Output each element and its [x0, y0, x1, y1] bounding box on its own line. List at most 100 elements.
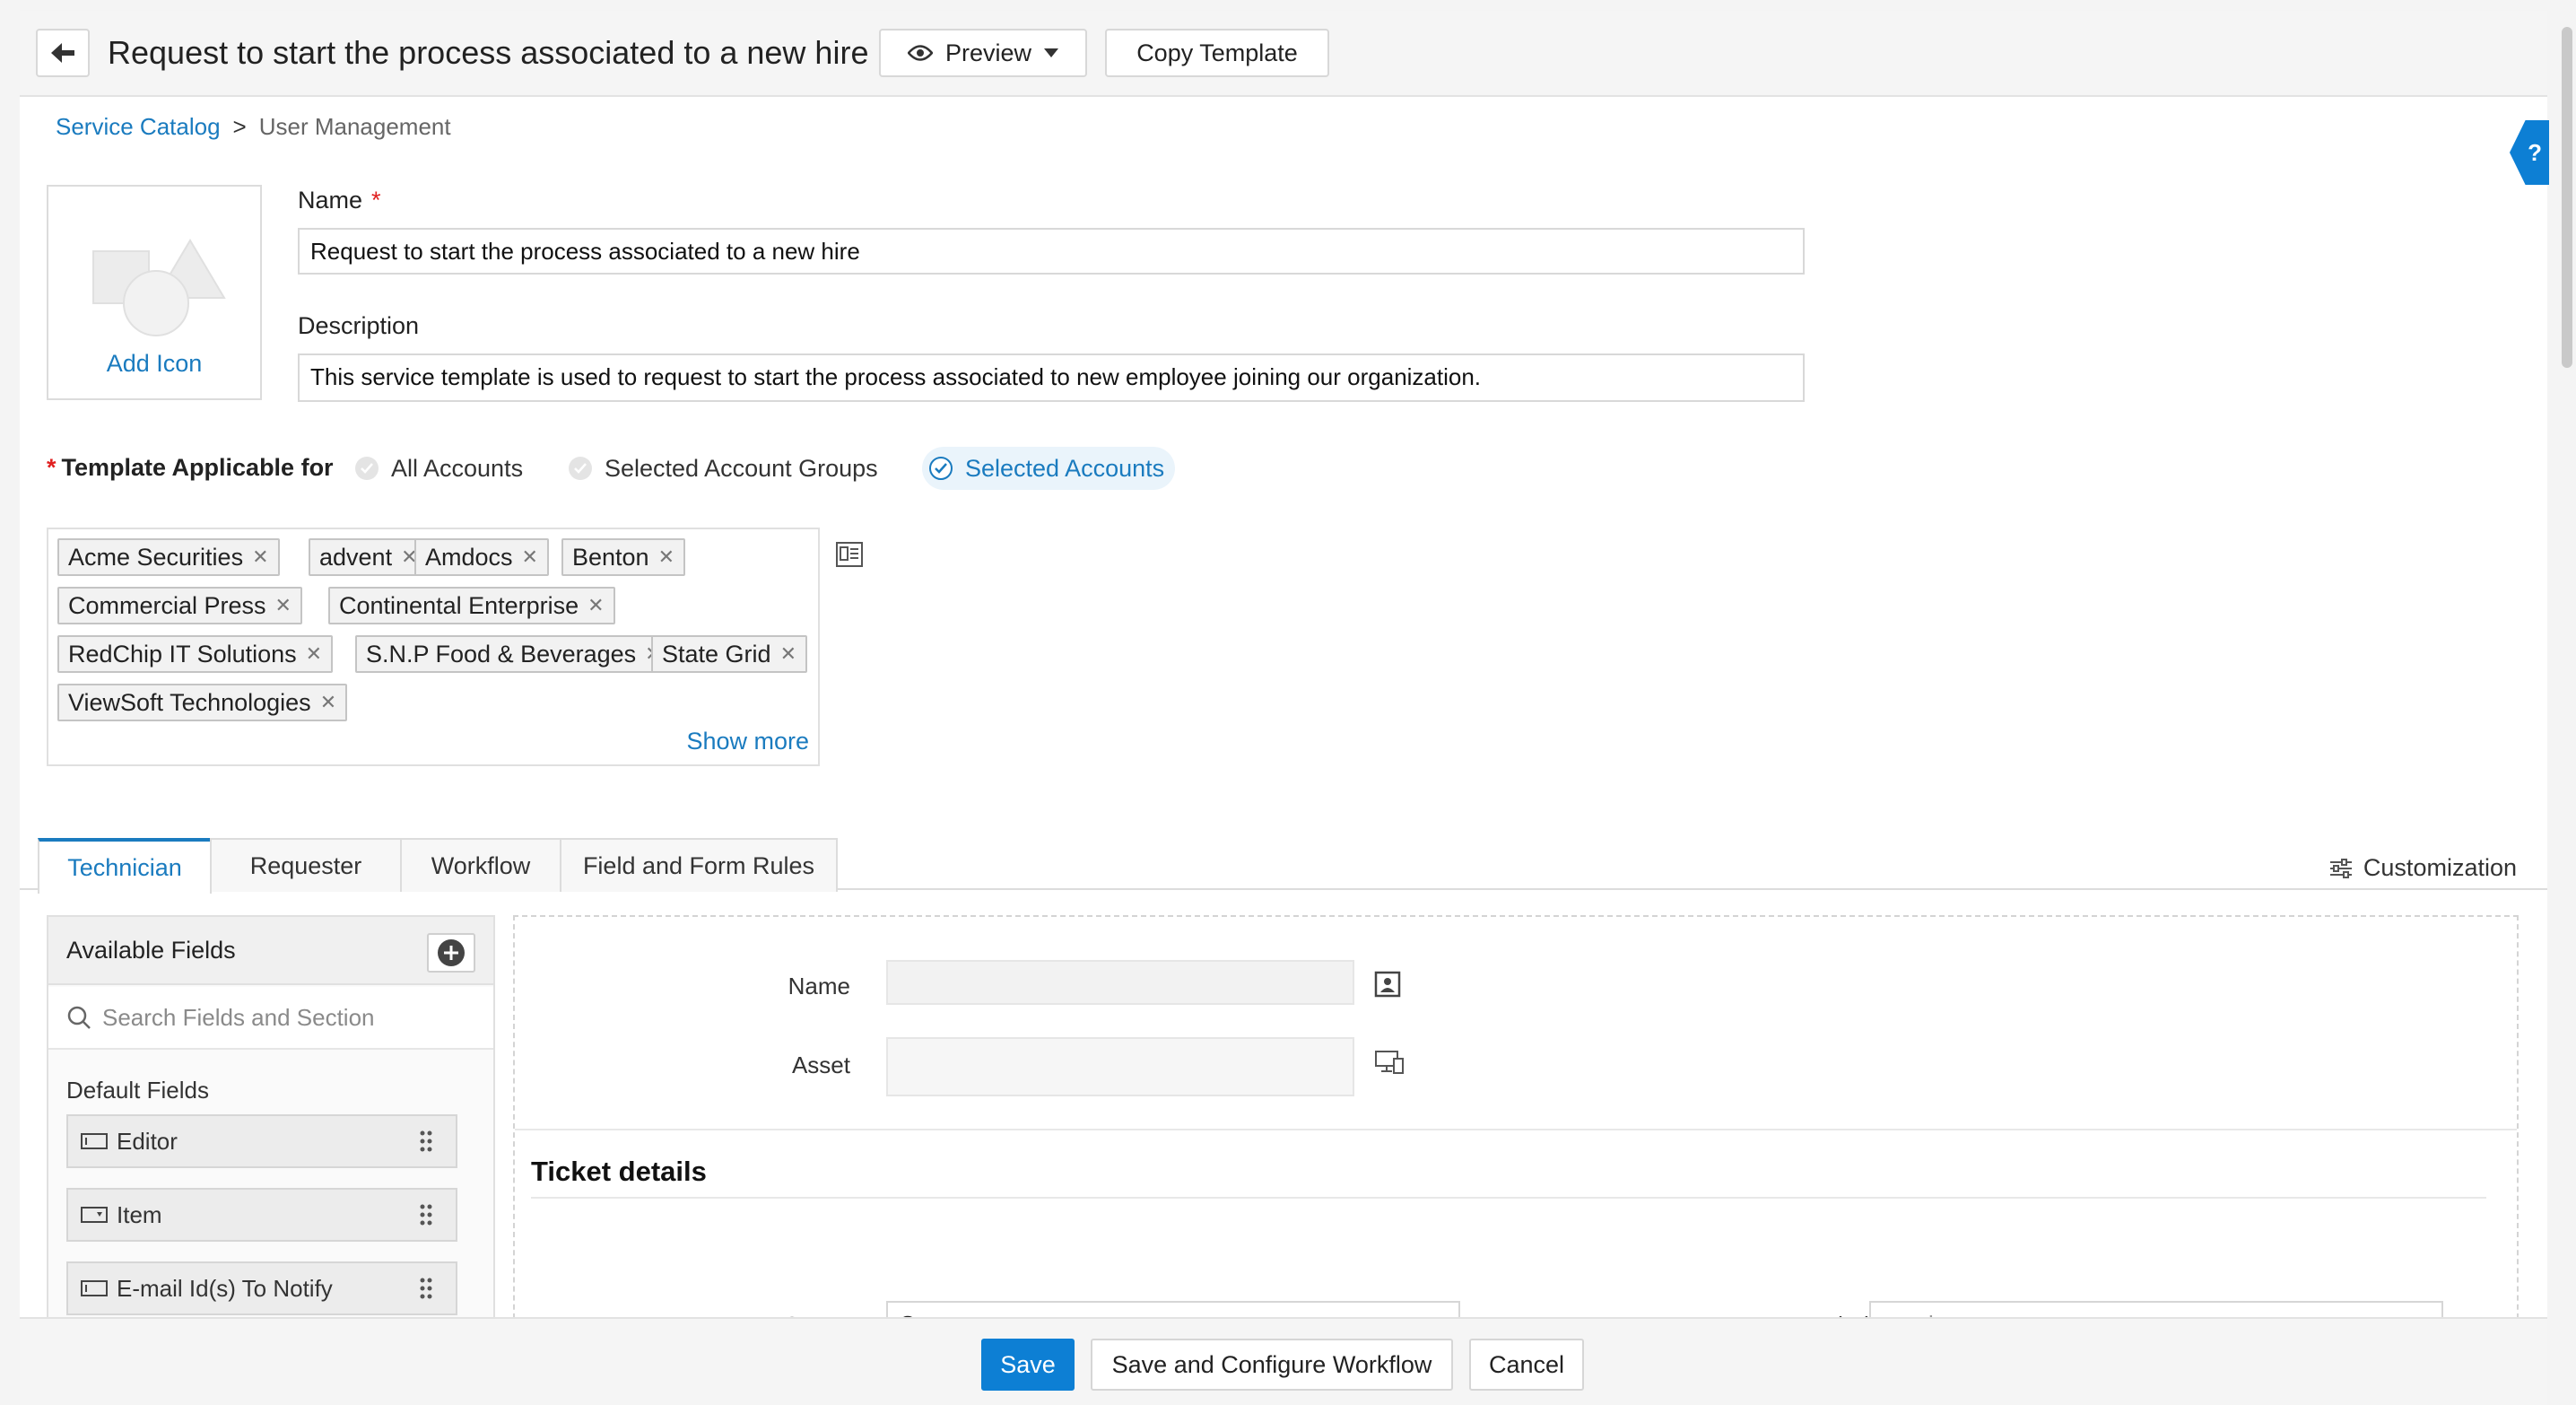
account-tag[interactable]: Acme Securities ✕	[57, 538, 280, 576]
breadcrumb-separator: >	[232, 113, 247, 140]
add-icon-box[interactable]: Add Icon	[47, 185, 262, 400]
remove-tag-icon[interactable]: ✕	[780, 637, 796, 671]
save-button[interactable]: Save	[981, 1339, 1075, 1391]
account-tag[interactable]: advent ✕	[309, 538, 429, 576]
template-applicable-label: * Template Applicable for	[47, 454, 334, 482]
customization-label: Customization	[2363, 854, 2517, 881]
back-arrow-icon	[51, 43, 74, 63]
app-root: Request to start the process associated …	[0, 0, 2576, 1405]
account-tag[interactable]: Commercial Press ✕	[57, 587, 302, 624]
remove-tag-icon[interactable]: ✕	[252, 540, 268, 574]
canvas-asset-input[interactable]	[886, 1037, 1354, 1096]
add-field-button[interactable]	[427, 933, 475, 973]
breadcrumb: Service Catalog > User Management	[56, 113, 451, 141]
field-item-label: Editor	[117, 1127, 178, 1155]
account-tag[interactable]: S.N.P Food & Beverages✕	[355, 635, 673, 673]
asset-devices-icon[interactable]	[1374, 1050, 1405, 1075]
copy-template-button[interactable]: Copy Template	[1105, 29, 1329, 77]
field-item-label: Item	[117, 1200, 162, 1228]
plus-circle-icon	[438, 939, 465, 966]
vertical-scrollbar[interactable]	[2562, 27, 2572, 1319]
page-title: Request to start the process associated …	[108, 34, 869, 71]
form-canvas: Name Asset Ticket details Status Open	[513, 915, 2519, 1337]
account-tag-label: advent	[319, 544, 393, 571]
drag-handle-icon[interactable]	[420, 1278, 432, 1299]
radio-circle-icon	[355, 457, 379, 480]
account-tag[interactable]: Benton ✕	[561, 538, 686, 576]
drag-handle-icon[interactable]	[420, 1204, 432, 1226]
name-input[interactable]: Request to start the process associated …	[298, 228, 1805, 275]
name-label: Name *	[298, 187, 381, 214]
field-item-item[interactable]: Item	[66, 1188, 457, 1242]
radio-selected-account-groups-label: Selected Account Groups	[605, 454, 878, 482]
field-item-label: E-mail Id(s) To Notify	[117, 1274, 333, 1302]
account-tag-label: State Grid	[662, 641, 771, 668]
description-input[interactable]: This service template is used to request…	[298, 353, 1805, 402]
search-fields-input[interactable]: Search Fields and Section	[48, 987, 493, 1050]
radio-all-accounts[interactable]: All Accounts	[355, 447, 523, 490]
tab-field-and-form-rules[interactable]: Field and Form Rules	[560, 838, 838, 892]
accounts-tag-box[interactable]: Acme Securities ✕ advent ✕ Amdocs ✕ Benton ✕…	[47, 528, 820, 766]
radio-selected-accounts-label: Selected Accounts	[965, 454, 1165, 482]
section-underline	[531, 1197, 2486, 1199]
radio-checked-icon	[929, 457, 953, 480]
section-divider	[515, 1129, 2517, 1130]
account-tag[interactable]: Continental Enterprise ✕	[328, 587, 615, 624]
eye-icon	[907, 45, 933, 61]
tab-requester[interactable]: Requester	[210, 838, 402, 892]
canvas-name-input[interactable]	[886, 960, 1354, 1005]
account-tag[interactable]: Amdocs ✕	[414, 538, 549, 576]
save-and-configure-workflow-button[interactable]: Save and Configure Workflow	[1091, 1339, 1453, 1391]
account-tag-label: ViewSoft Technologies	[68, 689, 311, 716]
account-list-icon[interactable]	[836, 542, 863, 567]
account-tag-label: Amdocs	[425, 544, 513, 571]
required-star: *	[371, 187, 381, 214]
breadcrumb-service-catalog[interactable]: Service Catalog	[56, 113, 221, 140]
account-tag-label: Acme Securities	[68, 544, 244, 571]
remove-tag-icon[interactable]: ✕	[306, 637, 322, 671]
contact-card-icon[interactable]	[1374, 971, 1401, 998]
account-tag-label: RedChip IT Solutions	[68, 641, 297, 668]
tabs-row: Technician Requester Workflow Field and …	[20, 831, 2547, 894]
remove-tag-icon[interactable]: ✕	[320, 685, 336, 720]
radio-selected-accounts[interactable]: Selected Accounts	[922, 447, 1176, 490]
text-field-icon	[81, 1280, 108, 1296]
account-tag-label: Continental Enterprise	[339, 592, 579, 619]
account-tag[interactable]: State Grid ✕	[651, 635, 807, 673]
remove-tag-icon[interactable]: ✕	[658, 540, 674, 574]
remove-tag-icon[interactable]: ✕	[275, 589, 292, 623]
search-fields-placeholder: Search Fields and Section	[102, 1003, 375, 1031]
account-tag[interactable]: ViewSoft Technologies ✕	[57, 684, 348, 721]
sliders-icon	[2329, 858, 2352, 878]
tab-technician[interactable]: Technician	[38, 838, 212, 894]
available-fields-panel: Available Fields Search Fields and Secti…	[47, 915, 495, 1337]
tab-workflow[interactable]: Workflow	[400, 838, 561, 892]
dropdown-field-icon	[81, 1207, 108, 1223]
search-icon	[67, 1006, 91, 1029]
preview-button[interactable]: Preview	[879, 29, 1087, 77]
account-tag[interactable]: RedChip IT Solutions ✕	[57, 635, 334, 673]
ticket-details-heading: Ticket details	[531, 1156, 707, 1187]
show-more-link[interactable]: Show more	[686, 728, 809, 755]
add-icon-label[interactable]: Add Icon	[48, 350, 260, 378]
breadcrumb-current: User Management	[258, 113, 451, 140]
footer-bar: Save Save and Configure Workflow Cancel	[20, 1317, 2547, 1405]
customization-button[interactable]: Customization	[2329, 854, 2517, 882]
back-button[interactable]	[36, 29, 90, 77]
cancel-button[interactable]: Cancel	[1469, 1339, 1584, 1391]
remove-tag-icon[interactable]: ✕	[587, 589, 604, 623]
account-tag-label: S.N.P Food & Beverages	[366, 641, 637, 668]
radio-circle-icon	[569, 457, 592, 480]
available-fields-title: Available Fields	[66, 937, 236, 964]
description-label: Description	[298, 312, 420, 339]
required-star: *	[47, 454, 57, 481]
remove-tag-icon[interactable]: ✕	[522, 540, 538, 574]
radio-selected-account-groups[interactable]: Selected Account Groups	[569, 447, 878, 490]
drag-handle-icon[interactable]	[420, 1130, 432, 1152]
account-tag-label: Benton	[572, 544, 649, 571]
field-item-editor[interactable]: Editor	[66, 1114, 457, 1168]
canvas-asset-label: Asset	[791, 1052, 850, 1078]
scrollbar-thumb[interactable]	[2562, 27, 2572, 368]
canvas-name-label: Name	[788, 973, 850, 999]
field-item-email-notify[interactable]: E-mail Id(s) To Notify	[66, 1261, 457, 1315]
